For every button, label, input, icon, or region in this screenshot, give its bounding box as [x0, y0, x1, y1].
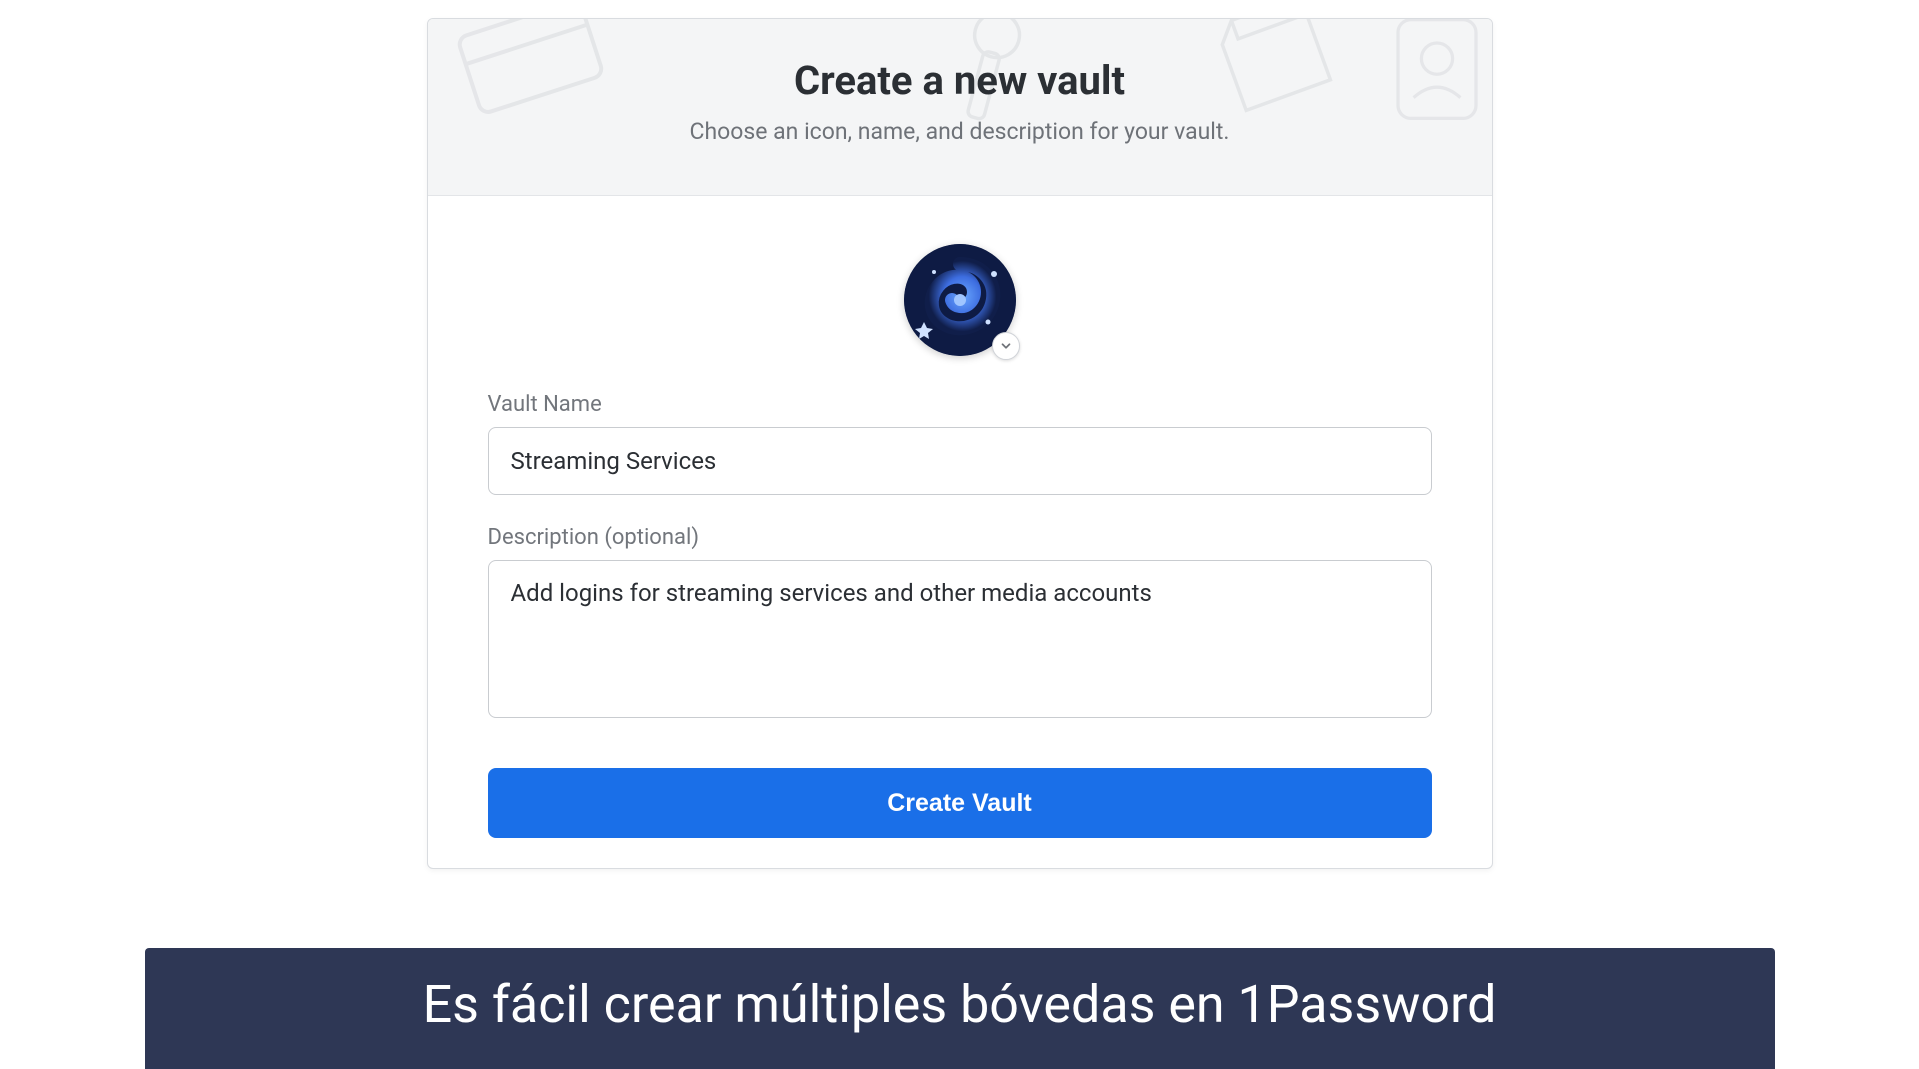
vault-name-label: Vault Name	[488, 392, 1432, 417]
vault-name-input[interactable]	[488, 427, 1432, 495]
vault-icon-row	[488, 244, 1432, 356]
page-subtitle: Choose an icon, name, and description fo…	[458, 118, 1462, 145]
chevron-down-icon[interactable]	[992, 332, 1020, 360]
caption-bar: Es fácil crear múltiples bóvedas en 1Pas…	[145, 948, 1775, 1069]
description-input[interactable]	[488, 560, 1432, 718]
vault-icon-picker[interactable]	[904, 244, 1016, 356]
create-vault-button[interactable]: Create Vault	[488, 768, 1432, 838]
description-label: Description (optional)	[488, 525, 1432, 550]
create-vault-card: Create a new vault Choose an icon, name,…	[427, 18, 1493, 869]
page-title: Create a new vault	[458, 57, 1462, 104]
card-header: Create a new vault Choose an icon, name,…	[428, 19, 1492, 196]
background-decorative-icons	[428, 19, 1492, 195]
form-body: Vault Name Description (optional) Create…	[428, 196, 1492, 868]
